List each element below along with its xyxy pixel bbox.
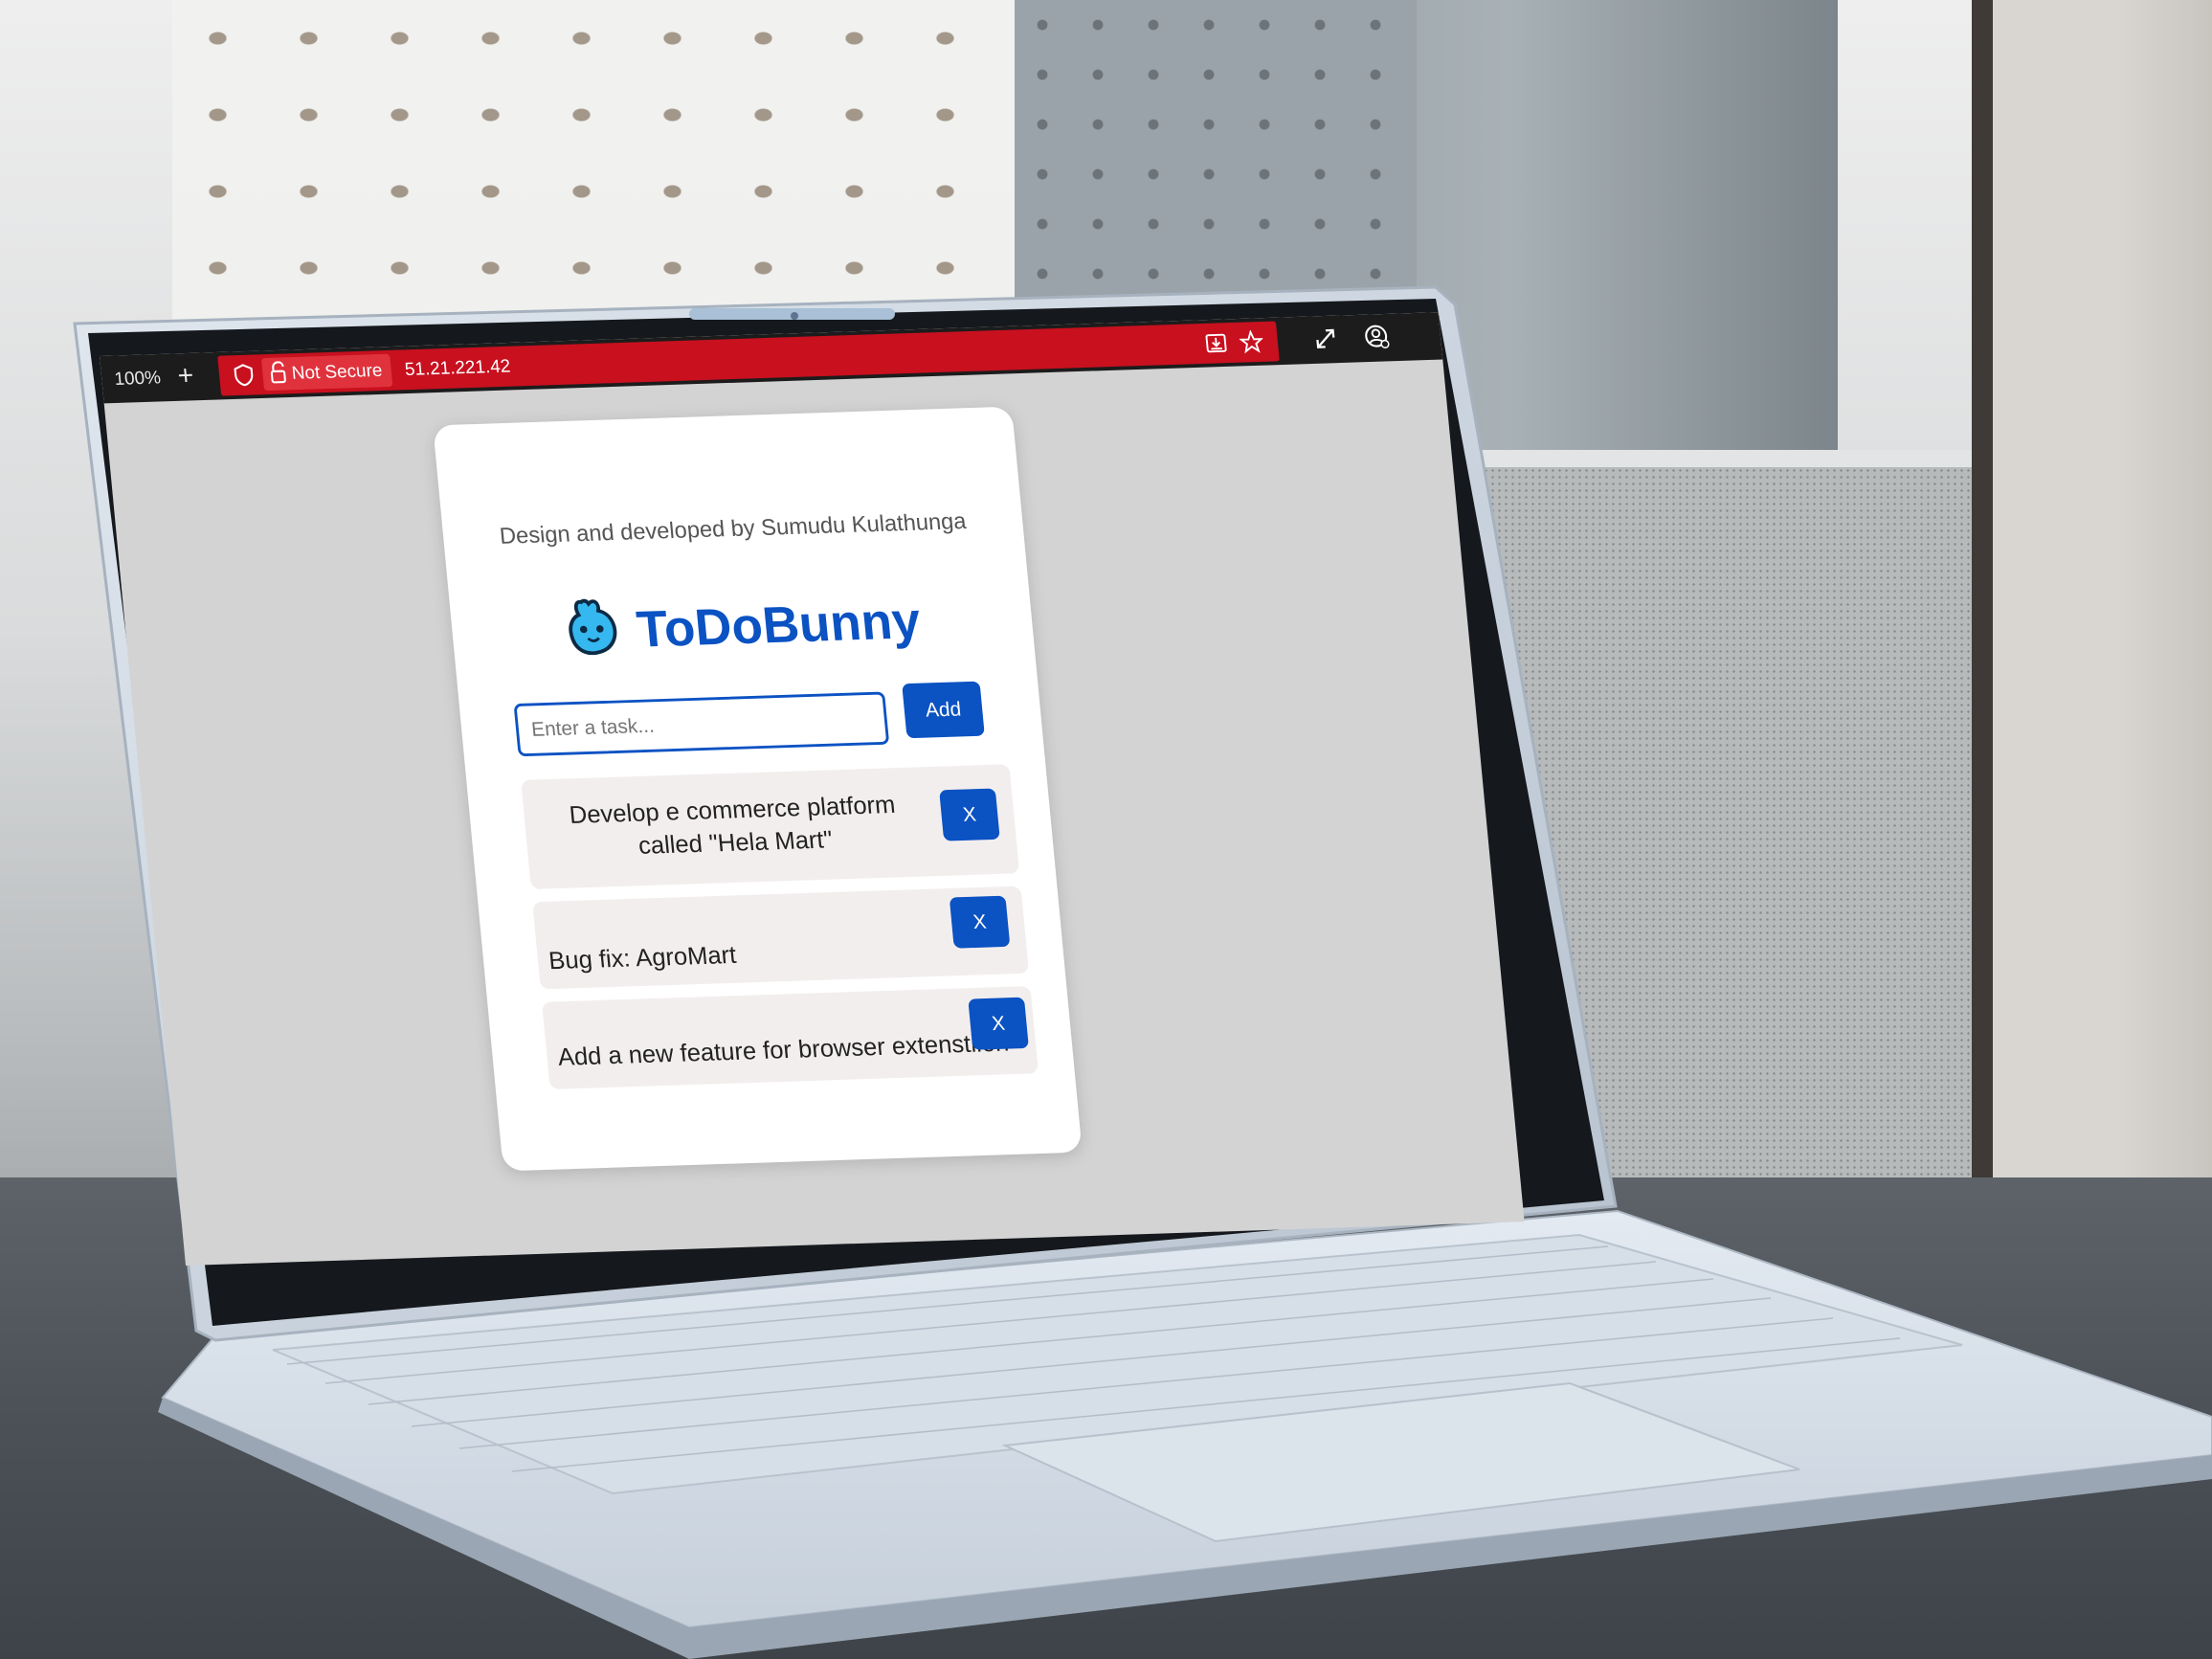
expand-icon[interactable] [1312,326,1338,355]
add-button[interactable]: Add [902,681,985,739]
delete-task-button[interactable]: X [949,895,1011,949]
task-list: Develop e commerce platform called "Hela… [521,764,1039,1089]
new-tab-button[interactable]: + [176,360,195,392]
shield-icon[interactable] [233,363,256,392]
task-input[interactable] [513,691,890,757]
delete-task-button[interactable]: X [968,997,1029,1050]
profile-icon[interactable] [1362,323,1393,355]
todo-card: Design and developed by Sumudu Kulathung… [433,406,1083,1172]
task-entry-row: Add [513,681,1008,760]
list-item: Develop e commerce platform called "Hela… [521,764,1020,889]
delete-task-button[interactable]: X [939,788,1000,841]
screen: 100% + Not Secure 51.21.221.42 Design an… [100,312,1525,1266]
app-title: ToDoBunny [634,591,924,659]
task-text: Develop e commerce platform called "Hela… [568,791,897,860]
background-steel-grid [1015,0,1417,306]
bunny-logo-icon [561,597,623,663]
star-icon[interactable] [1239,329,1264,359]
background-pillar [1972,0,2212,1197]
download-icon[interactable] [1204,332,1228,359]
url-text[interactable]: 51.21.221.42 [404,356,511,380]
credit-text: Design and developed by Sumudu Kulathung… [498,508,968,549]
background-mesh-bench [1436,450,1985,1195]
task-text: Add a new feature for browser extenstiio… [556,1028,1011,1071]
zoom-level[interactable]: 100% [114,368,162,390]
list-item: Add a new feature for browser extenstiio… [542,986,1039,1089]
security-chip[interactable]: Not Secure [260,353,393,392]
task-text: Bug fix: AgroMart [547,940,738,975]
unlock-icon [269,361,288,390]
security-label: Not Secure [290,360,384,384]
app-header: ToDoBunny [450,584,1036,676]
list-item: Bug fix: AgroMart X [532,886,1030,990]
